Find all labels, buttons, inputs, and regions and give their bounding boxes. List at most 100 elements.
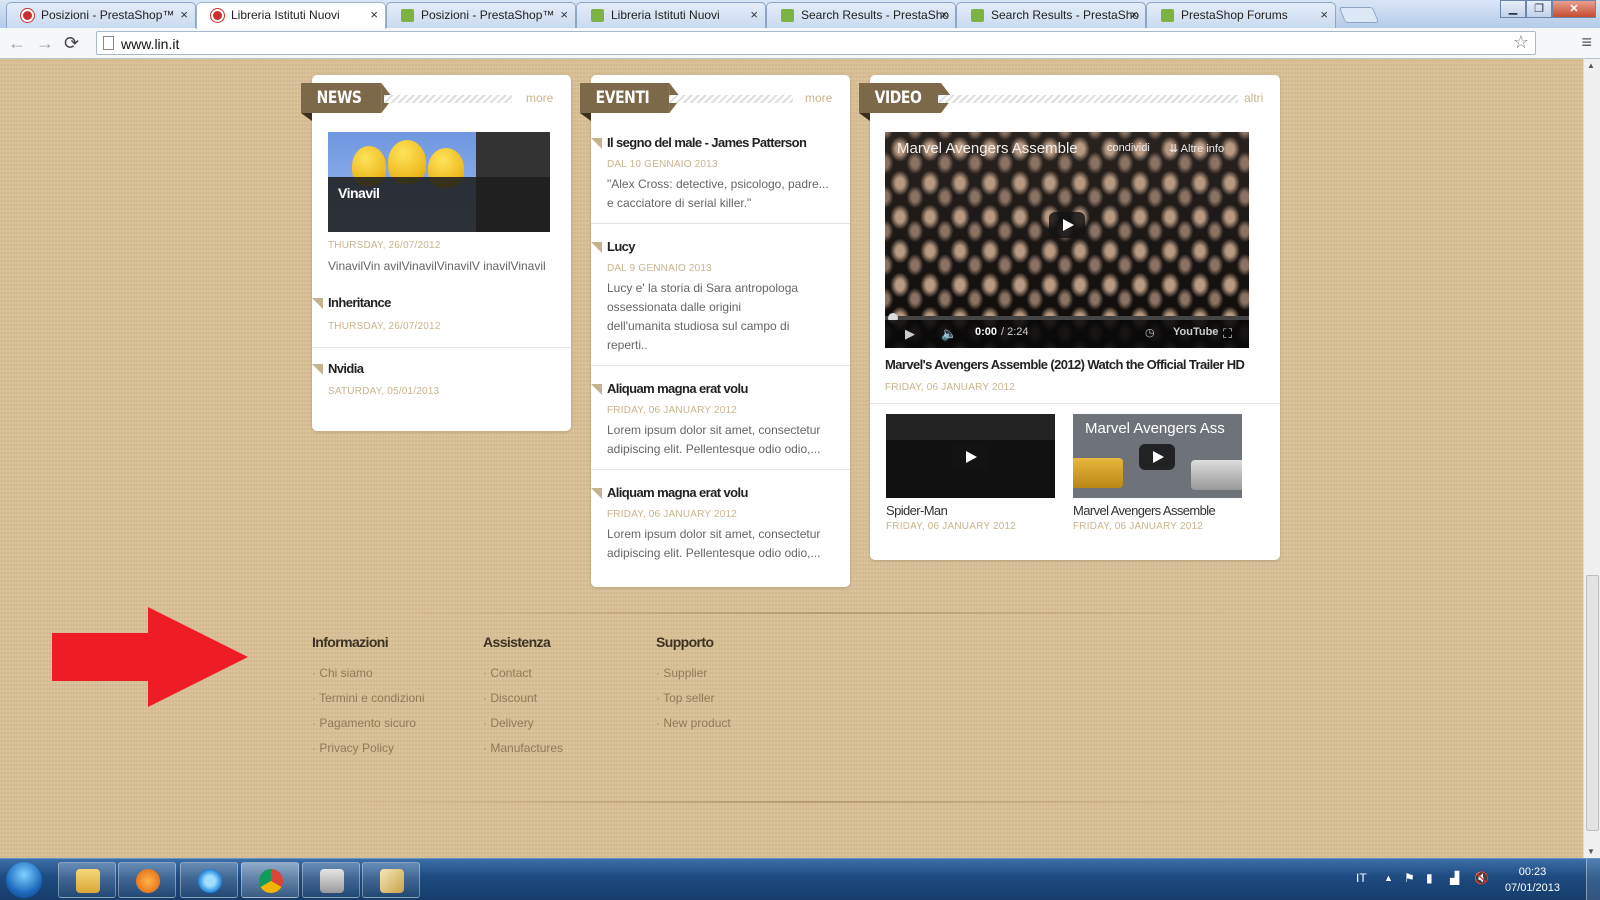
taskbar-paint[interactable] — [362, 862, 420, 898]
close-icon[interactable]: × — [940, 3, 948, 27]
news-panel: NEWS more Vinavil THURSDAY, 26/07/2012 V… — [301, 75, 571, 431]
volume-muted-icon[interactable]: 🔇 — [1474, 871, 1489, 885]
event-text: "Alex Cross: detective, psicologo, padre… — [607, 177, 829, 210]
close-window-button[interactable]: ✕ — [1552, 0, 1596, 18]
minimize-button[interactable]: ▁ — [1500, 0, 1526, 18]
show-hidden-icons-icon[interactable]: ▲ — [1384, 873, 1393, 883]
close-icon[interactable]: × — [560, 3, 568, 27]
taskbar-explorer[interactable] — [58, 862, 116, 898]
event-date: DAL 9 GENNAIO 2013 — [607, 263, 712, 274]
windows-taskbar: IT ▲ ⚑ ▮ ▟ 🔇 00:23 07/01/2013 — [0, 858, 1600, 900]
wrench-menu-icon[interactable]: ≡ — [1581, 32, 1592, 53]
share-button[interactable]: condividi — [1107, 142, 1150, 154]
scroll-up-icon[interactable]: ▲ — [1587, 61, 1595, 70]
video-main-title[interactable]: Marvel's Avengers Assemble (2012) Watch … — [885, 357, 1245, 372]
video-thumb-spiderman[interactable] — [886, 414, 1055, 498]
tab-posizioni-1[interactable]: Posizioni - PrestaShop™ × — [6, 2, 196, 28]
red-arrow-annotation — [52, 607, 248, 707]
footer-divider — [380, 612, 1260, 614]
taskbar-network-app[interactable] — [302, 862, 360, 898]
address-bar[interactable]: www.lin.it ☆ — [96, 31, 1536, 55]
close-icon[interactable]: × — [370, 3, 378, 27]
footer-link[interactable]: Pagamento sicuro — [312, 716, 416, 730]
language-indicator[interactable]: IT — [1356, 871, 1367, 885]
taskbar-media-player[interactable] — [118, 862, 176, 898]
new-tab-button[interactable] — [1338, 7, 1380, 23]
fullscreen-icon[interactable]: ⛶ — [1223, 326, 1232, 342]
event-title[interactable]: Aliquam magna erat volu — [607, 381, 748, 396]
youtube-player[interactable]: Marvel Avengers Assemble condividi ⇊ Alt… — [885, 132, 1249, 348]
volume-icon[interactable]: 🔈 — [941, 326, 957, 342]
scroll-down-icon[interactable]: ▼ — [1587, 847, 1595, 856]
reload-icon[interactable]: ⟳ — [64, 32, 79, 54]
more-info-button[interactable]: ⇊ Altre info — [1169, 142, 1224, 155]
tab-search-results-1[interactable]: Search Results - PrestaSho × — [766, 2, 956, 28]
ribbon-fold — [580, 113, 591, 121]
taskbar-chrome[interactable] — [241, 862, 299, 898]
page-scrollbar[interactable]: ▲ ▼ — [1583, 59, 1600, 858]
play-icon[interactable]: ▶ — [905, 326, 915, 342]
system-clock[interactable]: 00:23 07/01/2013 — [1505, 864, 1560, 896]
chrome-icon — [259, 869, 283, 893]
tab-label: Posizioni - PrestaShop™ — [421, 8, 555, 22]
divider — [870, 403, 1280, 404]
tab-search-results-2[interactable]: Search Results - PrestaSho × — [956, 2, 1146, 28]
footer-link[interactable]: Supplier — [656, 666, 707, 680]
play-button[interactable] — [1139, 444, 1175, 470]
eventi-panel: EVENTI more Il segno del male - James Pa… — [580, 75, 850, 587]
tab-posizioni-2[interactable]: Posizioni - PrestaShop™ × — [386, 2, 576, 28]
back-arrow-icon[interactable]: ← — [8, 32, 26, 54]
thumb-overlay-title: Marvel Avengers Ass — [1085, 420, 1225, 437]
tab-libreria-active[interactable]: Libreria Istituti Nuovi × — [196, 2, 386, 29]
close-icon[interactable]: × — [180, 3, 188, 27]
maximize-button[interactable]: ❐ — [1526, 0, 1552, 18]
battery-icon[interactable]: ▮ — [1426, 871, 1433, 885]
start-button[interactable] — [6, 862, 42, 898]
event-title[interactable]: Aliquam magna erat volu — [607, 485, 748, 500]
video-more-link[interactable]: altri — [1244, 91, 1263, 105]
news-featured-date: THURSDAY, 26/07/2012 — [328, 240, 441, 251]
show-desktop-button[interactable] — [1586, 859, 1600, 900]
footer-link[interactable]: Contact — [483, 666, 531, 680]
close-icon[interactable]: × — [1130, 3, 1138, 27]
news-item-title[interactable]: Inheritance — [328, 295, 391, 310]
video-thumb-avengers[interactable]: Marvel Avengers Ass — [1073, 414, 1242, 498]
action-center-flag-icon[interactable]: ⚑ — [1404, 871, 1415, 885]
network-signal-icon[interactable]: ▟ — [1450, 871, 1459, 885]
footer-link[interactable]: Delivery — [483, 716, 533, 730]
youtube-logo[interactable]: YouTube — [1173, 326, 1218, 338]
tab-libreria-2[interactable]: Libreria Istituti Nuovi × — [576, 2, 766, 28]
footer-link[interactable]: Top seller — [656, 691, 714, 705]
footer-link[interactable]: New product — [656, 716, 730, 730]
news-more-link[interactable]: more — [526, 91, 553, 105]
star-icon[interactable]: ☆ — [1513, 32, 1529, 53]
taskbar-internet-explorer[interactable] — [180, 862, 238, 898]
footer-link[interactable]: Privacy Policy — [312, 741, 394, 755]
footer-link[interactable]: Manufactures — [483, 741, 563, 755]
event-date: DAL 10 GENNAIO 2013 — [607, 159, 718, 170]
eventi-more-link[interactable]: more — [805, 91, 832, 105]
tab-label: Search Results - PrestaSho — [801, 8, 950, 22]
news-item-title[interactable]: Nvidia — [328, 361, 364, 376]
video-main-date: FRIDAY, 06 JANUARY 2012 — [885, 382, 1016, 393]
event-title[interactable]: Lucy — [607, 239, 636, 254]
news-featured-image[interactable]: Vinavil — [328, 132, 550, 232]
network-app-icon — [320, 869, 344, 893]
event-text: Lorem ipsum dolor sit amet, consectetur a… — [607, 423, 821, 456]
forward-arrow-icon[interactable]: → — [36, 32, 54, 54]
close-icon[interactable]: × — [750, 3, 758, 27]
watch-later-icon[interactable]: ◷ — [1145, 326, 1155, 339]
play-button[interactable] — [1049, 212, 1085, 238]
tab-prestashop-forums[interactable]: PrestaShop Forums × — [1146, 2, 1336, 28]
video-thumb-title[interactable]: Marvel Avengers Assemble — [1073, 503, 1216, 518]
video-thumb-title[interactable]: Spider-Man — [886, 503, 948, 518]
leaf-icon — [971, 9, 984, 22]
play-button[interactable] — [952, 444, 988, 470]
footer-link[interactable]: Chi siamo — [312, 666, 372, 680]
footer-heading-supporto: Supporto — [656, 634, 714, 650]
event-title[interactable]: Il segno del male - James Patterson — [607, 135, 807, 150]
footer-link[interactable]: Termini e condizioni — [312, 691, 424, 705]
footer-link[interactable]: Discount — [483, 691, 537, 705]
close-icon[interactable]: × — [1320, 3, 1328, 27]
scrollbar-thumb[interactable] — [1586, 575, 1599, 831]
